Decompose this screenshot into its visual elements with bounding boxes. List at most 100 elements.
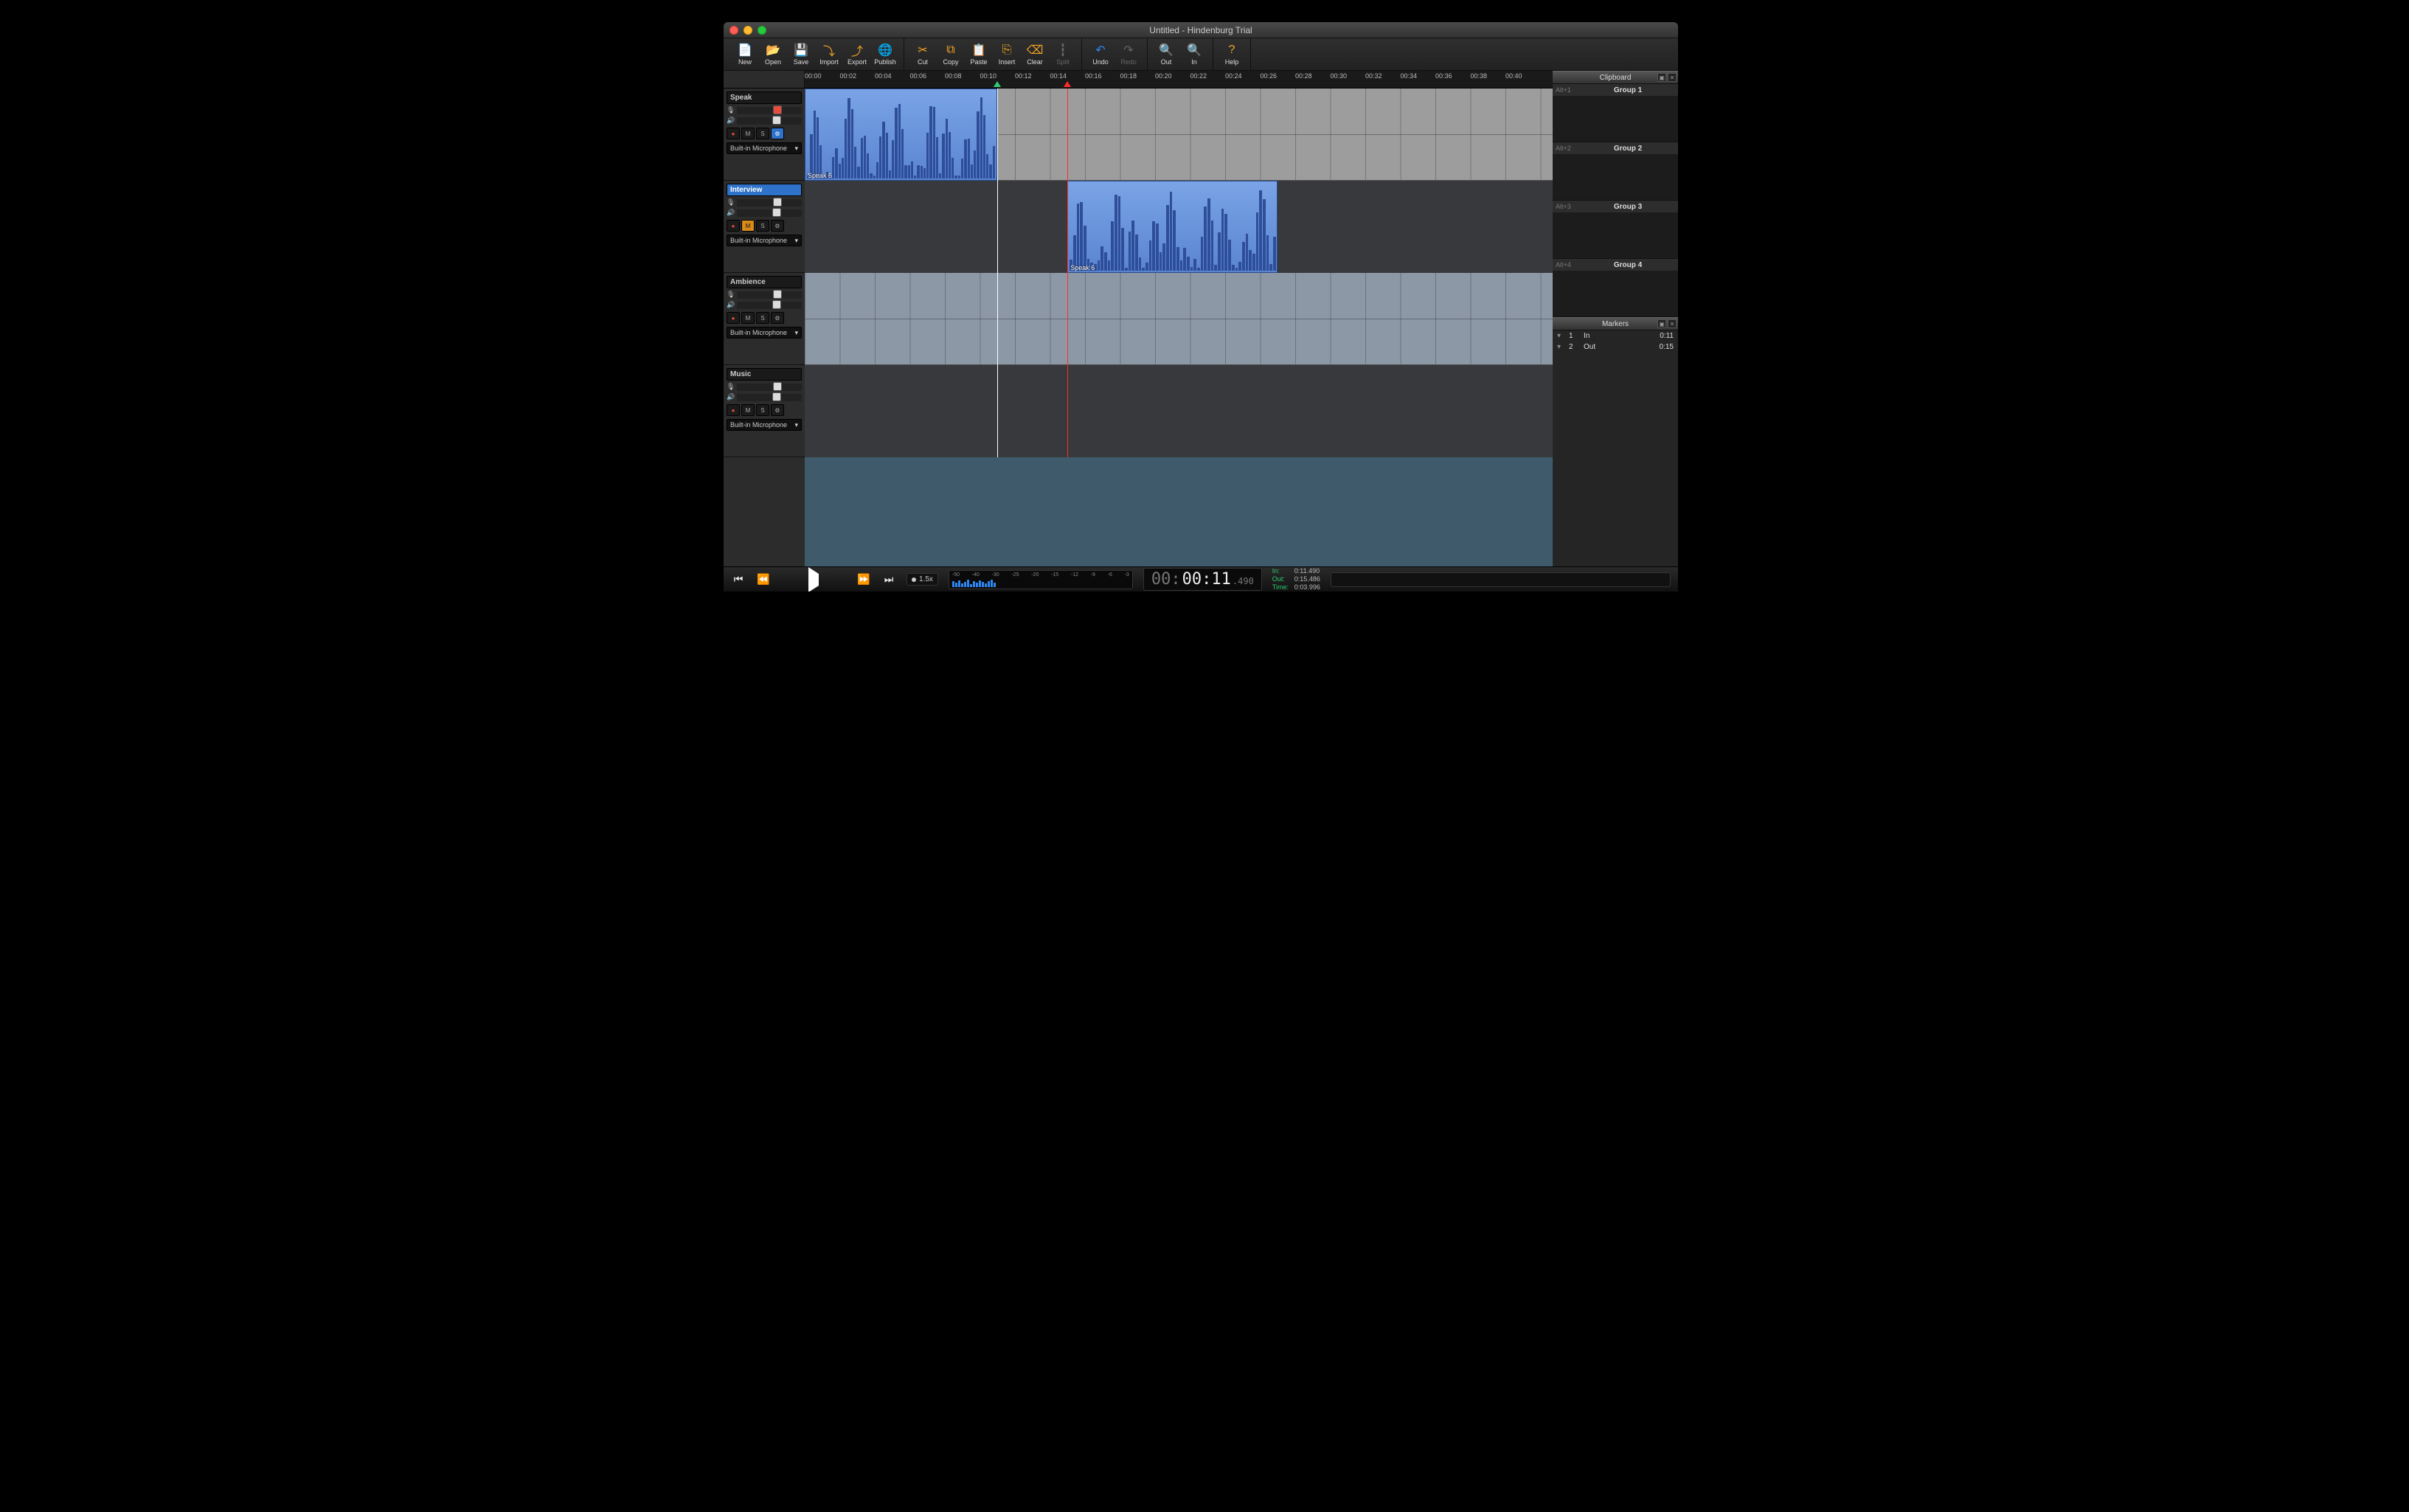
clipboard-group-body[interactable] [1553,271,1678,316]
track-header[interactable]: Interview 🎙 🔊 ● M S ⚙ Built-in Microphon… [724,181,805,273]
mute-button[interactable]: M [741,404,755,416]
mute-button[interactable]: M [741,220,755,232]
new-button[interactable]: 📄New [731,40,759,69]
ruler-tick: 00:00 [805,72,822,80]
gain-slider[interactable] [737,384,802,391]
clipboard-group-body[interactable] [1553,154,1678,200]
time-ruler[interactable]: 00:0000:0200:0400:0600:0800:1000:1200:14… [724,71,1553,89]
undo-button[interactable]: ↶Undo [1086,40,1115,69]
panel-detach-icon[interactable]: ▣ [1657,319,1666,328]
paste-button[interactable]: 📋Paste [965,40,993,69]
out-marker-line[interactable] [1067,89,1068,457]
fast-forward-button[interactable]: ⏩ [856,573,871,586]
publish-button[interactable]: 🌐Publish [871,40,899,69]
volume-slider[interactable] [737,394,802,401]
track-name[interactable]: Ambience [727,276,802,288]
export-button[interactable]: ⤴Export [843,40,871,69]
cut-button[interactable]: ✂Cut [909,40,937,69]
input-select[interactable]: Built-in Microphone▾ [727,419,802,431]
fx-button[interactable]: ⚙ [771,312,784,324]
track-name[interactable]: Music [727,368,802,381]
volume-slider[interactable] [737,209,802,217]
copy-button[interactable]: ⧉Copy [937,40,965,69]
solo-button[interactable]: S [756,312,769,324]
track-header[interactable]: Music 🎙 🔊 ● M S ⚙ Built-in Microphone▾ [724,365,805,457]
fx-button[interactable]: ⚙ [771,404,784,416]
input-select[interactable]: Built-in Microphone▾ [727,327,802,339]
empty-timeline-area[interactable] [805,457,1553,566]
window-zoom-button[interactable] [758,26,766,35]
playback-speed[interactable]: 1.5x [907,573,938,586]
clipboard-group-header[interactable]: Alt+3Group 3 [1553,201,1678,212]
track-name[interactable]: Interview [727,184,802,196]
copy-icon: ⧉ [944,44,957,57]
ruler-tick: 00:26 [1261,72,1278,80]
out-button[interactable]: 🔍Out [1152,40,1180,69]
track-name[interactable]: Speak [727,91,802,104]
scissors-icon: ✂ [916,44,929,57]
insert-icon: ⎘ [1000,44,1013,57]
track-header[interactable]: Ambience 🎙 🔊 ● M S ⚙ Built-in Microphone… [724,273,805,365]
gain-slider[interactable] [737,199,802,207]
arm-record-button[interactable]: ● [727,220,740,232]
window-minimize-button[interactable] [744,26,752,35]
audio-clip[interactable]: Speak 6 [1067,181,1278,273]
save-button[interactable]: 💾Save [787,40,815,69]
clipboard-group-header[interactable]: Alt+1Group 1 [1553,84,1678,96]
import-button[interactable]: ⤵Import [815,40,843,69]
scrub-bar[interactable] [1331,572,1671,587]
arm-record-button[interactable]: ● [727,312,740,324]
markers-panel-header[interactable]: Markers ▣✕ [1553,317,1678,330]
play-button[interactable] [806,574,821,586]
ruler-tick: 00:06 [910,72,927,80]
fx-button[interactable]: ⚙ [771,128,784,139]
go-end-button[interactable]: ⏭ [881,573,896,586]
time-counter[interactable]: 00: 00:11 .490 [1143,568,1262,591]
go-start-button[interactable]: ⏮ [731,573,746,586]
track-lane[interactable] [805,273,1553,365]
marker-row[interactable]: ▾1In0:11 [1553,330,1678,341]
in-marker-icon[interactable] [994,81,1001,87]
clipboard-group-body[interactable] [1553,96,1678,142]
volume-slider[interactable] [737,117,802,125]
window-close-button[interactable] [729,26,738,35]
audio-clip[interactable]: Speak 6 [805,89,997,181]
clipboard-panel-header[interactable]: Clipboard ▣✕ [1553,71,1678,84]
clear-button[interactable]: ⌫Clear [1021,40,1049,69]
arm-record-button[interactable]: ● [727,128,740,139]
mute-button[interactable]: M [741,312,755,324]
in-button[interactable]: 🔍In [1180,40,1208,69]
panel-close-icon[interactable]: ✕ [1668,319,1677,328]
open-button[interactable]: 📂Open [759,40,787,69]
clipboard-group-header[interactable]: Alt+2Group 2 [1553,142,1678,154]
track-header[interactable]: Speak 🎙 🔊 ● M S ⚙ Built-in Microphone▾ [724,89,805,181]
input-select[interactable]: Built-in Microphone▾ [727,142,802,154]
clip-label: Speak 6 [1070,264,1095,271]
volume-slider[interactable] [737,302,802,309]
ruler-tick: 00:32 [1365,72,1382,80]
playhead[interactable] [997,89,998,457]
ruler-tick: 00:36 [1435,72,1452,80]
solo-button[interactable]: S [756,404,769,416]
mute-button[interactable]: M [741,128,755,139]
arm-record-button[interactable]: ● [727,404,740,416]
gain-slider[interactable] [737,291,802,299]
marker-row[interactable]: ▾2Out0:15 [1553,341,1678,353]
input-select[interactable]: Built-in Microphone▾ [727,235,802,246]
insert-button[interactable]: ⎘Insert [993,40,1021,69]
panel-detach-icon[interactable]: ▣ [1657,73,1666,82]
split-button[interactable]: ┇Split [1049,40,1077,69]
help-button[interactable]: ?Help [1218,40,1246,69]
solo-button[interactable]: S [756,220,769,232]
rewind-button[interactable]: ⏪ [756,573,771,586]
solo-button[interactable]: S [756,128,769,139]
clipboard-group-body[interactable] [1553,212,1678,258]
out-marker-icon[interactable] [1064,81,1071,87]
fx-button[interactable]: ⚙ [771,220,784,232]
chevron-down-icon: ▾ [794,329,798,337]
redo-button[interactable]: ↷Redo [1115,40,1143,69]
clipboard-group-header[interactable]: Alt+4Group 4 [1553,259,1678,271]
zoom-in-icon: 🔍 [1188,44,1201,57]
panel-close-icon[interactable]: ✕ [1668,73,1677,82]
gain-slider[interactable] [737,107,802,114]
